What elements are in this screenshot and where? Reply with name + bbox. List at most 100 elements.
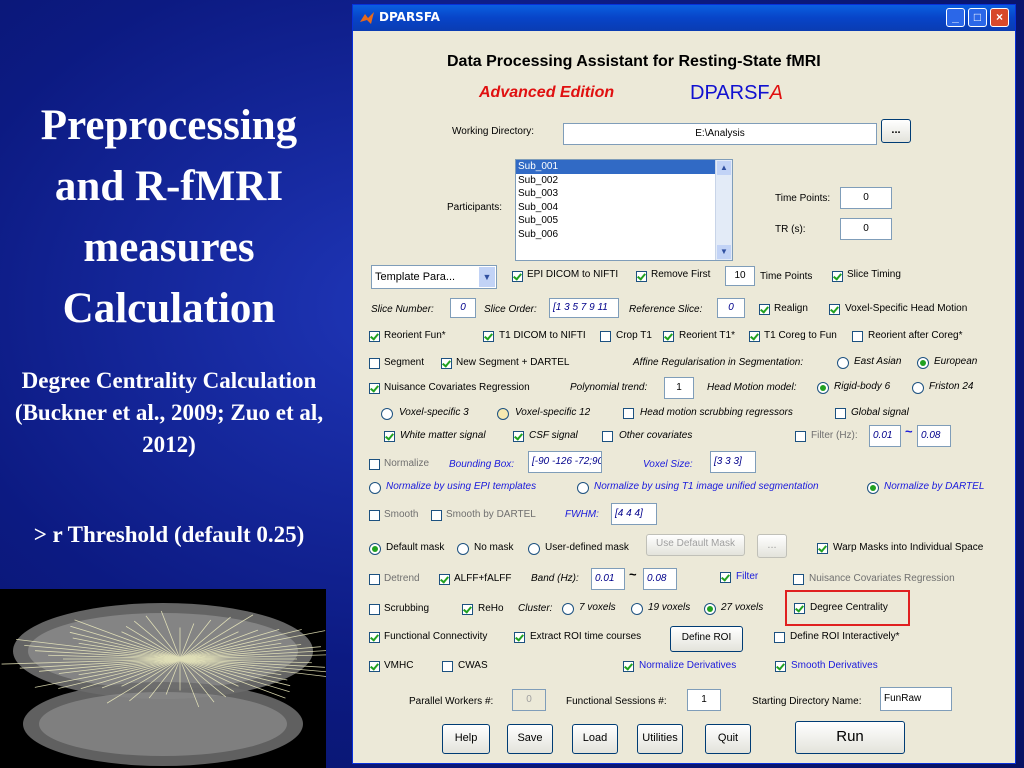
- rigid-body-radio[interactable]: [817, 382, 829, 394]
- slice-timing-checkbox[interactable]: [832, 271, 843, 282]
- t1-coreg-checkbox[interactable]: [749, 331, 760, 342]
- utilities-button[interactable]: Utilities: [637, 724, 683, 754]
- user-defined-mask-label: User-defined mask: [545, 542, 629, 553]
- template-parameters-select[interactable]: Template Para... ▼: [371, 265, 497, 289]
- smooth-dartel-checkbox[interactable]: [431, 510, 442, 521]
- t1-dicom-checkbox[interactable]: [483, 331, 494, 342]
- voxel-specific-12-radio[interactable]: [497, 408, 509, 420]
- slice-number-input[interactable]: 0: [450, 298, 476, 318]
- cluster-19-radio[interactable]: [631, 603, 643, 615]
- use-default-mask-button[interactable]: Use Default Mask: [646, 534, 745, 556]
- band-high-input[interactable]: 0.08: [643, 568, 677, 590]
- participant-item[interactable]: Sub_002: [516, 174, 716, 188]
- filter-checkbox[interactable]: [795, 431, 806, 442]
- csf-signal-checkbox[interactable]: [513, 431, 524, 442]
- nuisance-covariates-checkbox[interactable]: [369, 383, 380, 394]
- new-segment-dartel-checkbox[interactable]: [441, 358, 452, 369]
- no-mask-radio[interactable]: [457, 543, 469, 555]
- save-button[interactable]: Save: [507, 724, 553, 754]
- normalize-derivatives-checkbox[interactable]: [623, 661, 634, 672]
- scroll-up-icon[interactable]: ▲: [717, 161, 731, 175]
- east-asian-radio[interactable]: [837, 357, 849, 369]
- band-low-input[interactable]: 0.01: [591, 568, 625, 590]
- browse-working-directory-button[interactable]: ...: [881, 119, 911, 143]
- reorient-fun-checkbox[interactable]: [369, 331, 380, 342]
- quit-button[interactable]: Quit: [705, 724, 751, 754]
- cluster-27-radio[interactable]: [704, 603, 716, 615]
- define-roi-button[interactable]: Define ROI: [670, 626, 743, 652]
- european-radio[interactable]: [917, 357, 929, 369]
- detrend-checkbox[interactable]: [369, 574, 380, 585]
- functional-connectivity-checkbox[interactable]: [369, 632, 380, 643]
- warp-masks-checkbox[interactable]: [817, 543, 828, 554]
- tr-input[interactable]: 0: [840, 218, 892, 240]
- cluster-7-radio[interactable]: [562, 603, 574, 615]
- fwhm-input[interactable]: [4 4 4]: [611, 503, 657, 525]
- realign-checkbox[interactable]: [759, 304, 770, 315]
- global-signal-checkbox[interactable]: [835, 408, 846, 419]
- reference-slice-input[interactable]: 0: [717, 298, 745, 318]
- nuisance-regression-checkbox[interactable]: [793, 574, 804, 585]
- slide-subtitle: Degree Centrality Calculation (Buckner e…: [14, 368, 324, 457]
- bounding-box-input[interactable]: [-90 -126 -72;90 90: [528, 451, 602, 473]
- polynomial-trend-input[interactable]: 1: [664, 377, 694, 399]
- remove-first-checkbox[interactable]: [636, 271, 647, 282]
- other-covariates-checkbox[interactable]: [602, 431, 613, 442]
- alff-checkbox[interactable]: [439, 574, 450, 585]
- remove-first-input[interactable]: 10: [725, 266, 755, 286]
- participants-list[interactable]: Sub_001 Sub_002 Sub_003 Sub_004 Sub_005 Sub_0…: [515, 159, 733, 261]
- smooth-checkbox[interactable]: [369, 510, 380, 521]
- reho-checkbox[interactable]: [462, 604, 473, 615]
- white-matter-checkbox[interactable]: [384, 431, 395, 442]
- participant-item[interactable]: Sub_006: [516, 228, 716, 242]
- time-points-input[interactable]: 0: [840, 187, 892, 209]
- filter-low-input[interactable]: 0.01: [869, 425, 901, 447]
- friston-24-radio[interactable]: [912, 382, 924, 394]
- voxel-size-input[interactable]: [3 3 3]: [710, 451, 756, 473]
- epi-dicom-checkbox[interactable]: [512, 271, 523, 282]
- parallel-workers-input[interactable]: 0: [512, 689, 546, 711]
- participant-item[interactable]: Sub_003: [516, 187, 716, 201]
- scroll-down-icon[interactable]: ▼: [717, 245, 731, 259]
- functional-sessions-input[interactable]: 1: [687, 689, 721, 711]
- crop-t1-checkbox[interactable]: [600, 331, 611, 342]
- voxel-head-motion-checkbox[interactable]: [829, 304, 840, 315]
- participant-item[interactable]: Sub_005: [516, 214, 716, 228]
- extract-roi-checkbox[interactable]: [514, 632, 525, 643]
- degree-centrality-checkbox[interactable]: [794, 603, 805, 614]
- minimize-button[interactable]: _: [946, 8, 965, 27]
- run-button[interactable]: Run: [795, 721, 905, 754]
- chevron-down-icon[interactable]: ▼: [479, 267, 495, 287]
- participants-scrollbar[interactable]: ▲ ▼: [715, 160, 732, 260]
- load-button[interactable]: Load: [572, 724, 618, 754]
- alff-filter-checkbox[interactable]: [720, 572, 731, 583]
- segment-checkbox[interactable]: [369, 358, 380, 369]
- starting-directory-input[interactable]: FunRaw: [880, 687, 952, 711]
- participant-item[interactable]: Sub_004: [516, 201, 716, 215]
- participant-item[interactable]: Sub_001: [516, 160, 716, 174]
- browse-mask-button[interactable]: ...: [757, 534, 787, 558]
- vmhc-checkbox[interactable]: [369, 661, 380, 672]
- maximize-button[interactable]: □: [968, 8, 987, 27]
- filter-high-input[interactable]: 0.08: [917, 425, 951, 447]
- normalize-dartel-radio[interactable]: [867, 482, 879, 494]
- smooth-derivatives-checkbox[interactable]: [775, 661, 786, 672]
- title-bar[interactable]: DPARSFA _ □ ×: [353, 5, 1015, 31]
- cwas-checkbox[interactable]: [442, 661, 453, 672]
- reorient-t1-checkbox[interactable]: [663, 331, 674, 342]
- reorient-after-coreg-checkbox[interactable]: [852, 331, 863, 342]
- help-button[interactable]: Help: [442, 724, 490, 754]
- user-defined-mask-radio[interactable]: [528, 543, 540, 555]
- normalize-epi-radio[interactable]: [369, 482, 381, 494]
- scrubbing-regressors-checkbox[interactable]: [623, 408, 634, 419]
- working-directory-input[interactable]: E:\Analysis: [563, 123, 877, 145]
- close-button[interactable]: ×: [990, 8, 1009, 27]
- band-label: Band (Hz):: [531, 573, 579, 584]
- voxel-specific-3-radio[interactable]: [381, 408, 393, 420]
- scrubbing-checkbox[interactable]: [369, 604, 380, 615]
- define-roi-interactively-checkbox[interactable]: [774, 632, 785, 643]
- normalize-checkbox[interactable]: [369, 459, 380, 470]
- slice-order-input[interactable]: [1 3 5 7 9 11: [549, 298, 619, 318]
- normalize-t1-radio[interactable]: [577, 482, 589, 494]
- default-mask-radio[interactable]: [369, 543, 381, 555]
